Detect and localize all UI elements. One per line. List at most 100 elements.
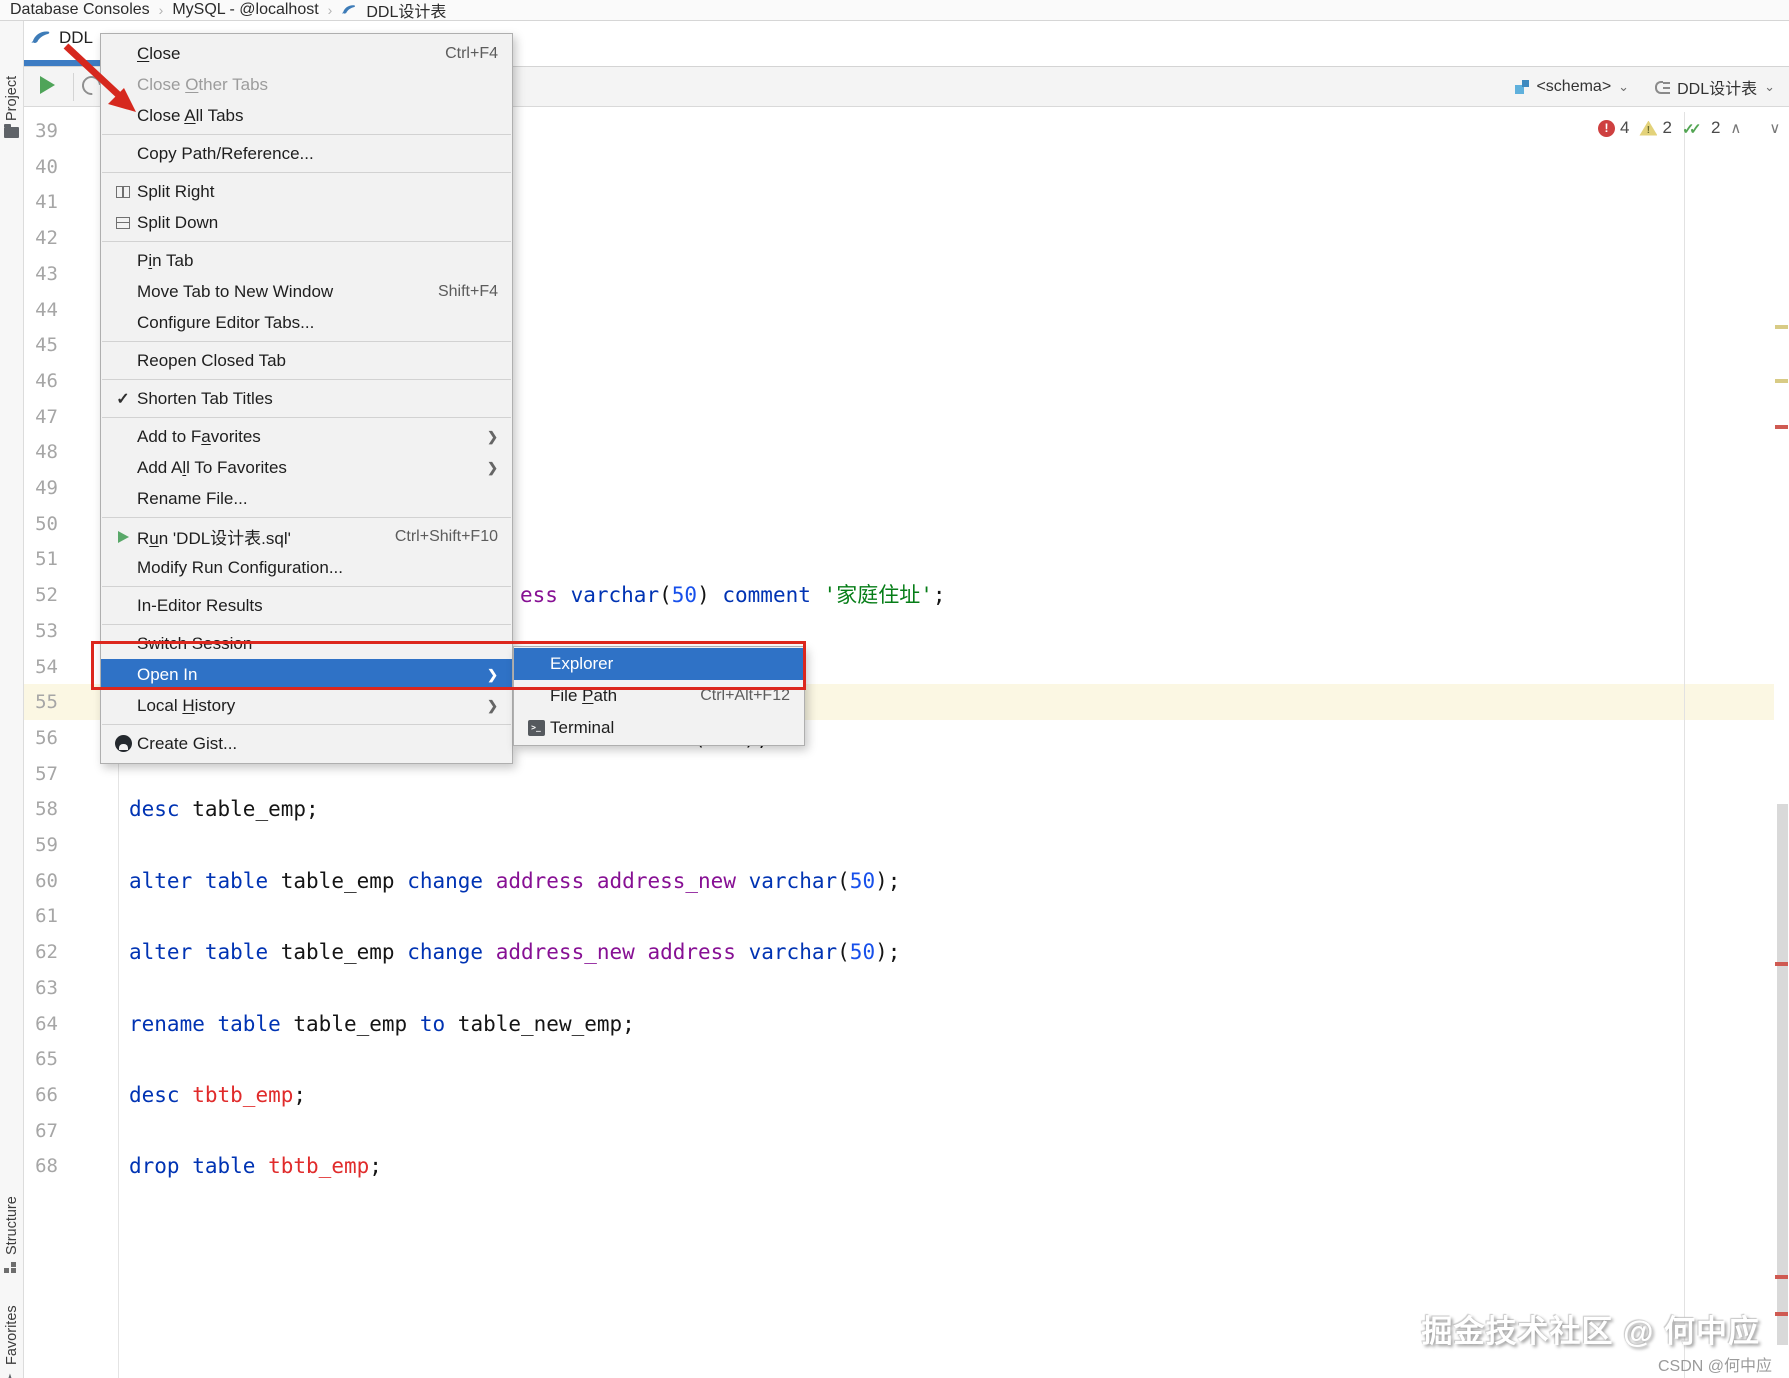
watermark-csdn: CSDN @何中应 — [1657, 1358, 1772, 1375]
passed-check-icon: ✓ ✓ — [1681, 120, 1702, 138]
menu-item-modify-run-configuration[interactable]: Modify Run Configuration... — [101, 552, 512, 583]
schema-selector[interactable]: <schema> ⌄ — [1515, 78, 1629, 96]
breadcrumb: Database Consoles › MySQL - @localhost ›… — [0, 0, 1789, 21]
tool-window-structure[interactable]: Structure — [4, 1196, 20, 1255]
menu-item-shortcut: Ctrl+F4 — [445, 44, 498, 62]
menu-item-label: Configure Editor Tabs... — [137, 312, 315, 332]
menu-item-shorten-tab-titles[interactable]: ✓ Shorten Tab Titles — [101, 383, 512, 414]
menu-item-close[interactable]: Close Ctrl+F4 — [101, 38, 512, 69]
console-selector-label: DDL设计表 — [1677, 81, 1758, 98]
tool-window-project[interactable]: Project — [4, 76, 20, 121]
chevron-down-icon: ⌄ — [1764, 79, 1775, 94]
tab-title: DDL — [59, 28, 94, 47]
line-number: 61 — [35, 905, 58, 927]
submenu-arrow-icon: ❯ — [487, 459, 498, 475]
menu-item-icon-slot: ✓ — [109, 389, 137, 409]
menu-item-pin-tab[interactable]: Pin Tab — [101, 245, 512, 276]
menu-item-terminal[interactable]: >_ Terminal — [514, 712, 804, 744]
menu-item-label: In-Editor Results — [137, 595, 263, 615]
line-number: 62 — [35, 941, 58, 963]
tool-window-favorites[interactable]: Favorites — [4, 1305, 20, 1365]
line-number: 63 — [35, 977, 58, 999]
menu-item-split-down[interactable]: Split Down — [101, 207, 512, 238]
terminal-icon: >_ — [527, 720, 545, 736]
line-number: 41 — [35, 191, 58, 213]
tab-ddl-file[interactable]: DDL — [30, 27, 93, 49]
error-icon: ! — [1598, 119, 1615, 137]
menu-item-label: Shorten Tab Titles — [137, 388, 273, 408]
menu-item-create-gist[interactable]: Create Gist... — [101, 728, 512, 759]
line-number: 43 — [35, 263, 58, 285]
line-number: 46 — [35, 370, 58, 392]
submenu-arrow-icon: ❯ — [487, 697, 498, 713]
menu-separator — [102, 517, 511, 518]
breadcrumb-item-mysql-localhost[interactable]: MySQL - @localhost — [172, 1, 318, 19]
breadcrumb-item-file[interactable]: DDL设计表 — [366, 0, 446, 22]
structure-icon[interactable] — [4, 1262, 17, 1273]
menu-item-local-history[interactable]: Local History ❯ — [101, 690, 512, 721]
menu-item-configure-editor-tabs[interactable]: Configure Editor Tabs... — [101, 307, 512, 338]
inspections-widget[interactable]: ! 4 ! 2 ✓ ✓ 2 ∧ ∨ — [1598, 118, 1780, 138]
breadcrumb-item-database-consoles[interactable]: Database Consoles — [10, 1, 150, 19]
code-line-60: alter table table_emp change address add… — [129, 869, 901, 893]
menu-item-icon-slot: >_ — [522, 720, 550, 736]
menu-item-label: Close All Tabs — [137, 105, 244, 125]
code-line-62: alter table table_emp change address_new… — [129, 940, 901, 964]
mysql-dolphin-icon — [31, 31, 50, 43]
menu-item-open-in[interactable]: Open In ❯ — [101, 659, 512, 690]
menu-item-label: Close — [137, 43, 181, 63]
stripe-mark[interactable] — [1775, 325, 1788, 329]
menu-item-in-editor-results[interactable]: In-Editor Results — [101, 590, 512, 621]
next-problem-icon[interactable]: ∨ — [1769, 119, 1780, 137]
menu-item-add-to-favorites[interactable]: Add to Favorites ❯ — [101, 421, 512, 452]
previous-problem-icon[interactable]: ∧ — [1730, 119, 1741, 137]
menu-separator — [102, 586, 511, 587]
menu-item-label: Modify Run Configuration... — [137, 557, 343, 577]
console-icon — [1655, 80, 1671, 95]
menu-item-rename-file[interactable]: Rename File... — [101, 483, 512, 514]
toolbar-divider — [73, 73, 74, 101]
menu-separator — [102, 241, 511, 242]
menu-item-icon-slot — [109, 216, 137, 229]
line-number: 56 — [35, 727, 58, 749]
favorites-star-icon[interactable]: ★ — [1, 1369, 19, 1378]
menu-separator — [102, 134, 511, 135]
menu-item-icon-slot — [109, 735, 137, 752]
breadcrumb-separator-icon: › — [158, 2, 164, 18]
console-selector[interactable]: DDL设计表 ⌄ — [1655, 75, 1775, 99]
menu-item-close-other-tabs: Close Other Tabs — [101, 69, 512, 100]
line-number: 66 — [35, 1084, 58, 1106]
menu-separator — [102, 172, 511, 173]
menu-item-label: Split Down — [137, 212, 219, 232]
menu-item-move-tab-to-new-window[interactable]: Move Tab to New Window Shift+F4 — [101, 276, 512, 307]
stripe-mark[interactable] — [1775, 1275, 1788, 1279]
project-folder-icon[interactable] — [4, 124, 19, 138]
stripe-mark[interactable] — [1775, 1312, 1788, 1316]
menu-item-close-all-tabs[interactable]: Close All Tabs — [101, 100, 512, 131]
menu-item-add-all-to-favorites[interactable]: Add All To Favorites ❯ — [101, 452, 512, 483]
menu-item-explorer[interactable]: Explorer — [514, 648, 804, 680]
menu-item-label: Move Tab to New Window — [137, 281, 334, 301]
stripe-mark[interactable] — [1775, 962, 1788, 966]
menu-item-label: Create Gist... — [137, 733, 238, 753]
code-line-52: ess varchar(50) comment '家庭住址'; — [520, 583, 946, 607]
scrollbar-thumb[interactable] — [1777, 804, 1788, 1345]
line-number: 48 — [35, 441, 58, 463]
menu-item-run-file[interactable]: Run 'DDL设计表.sql' Ctrl+Shift+F10 — [101, 521, 512, 552]
menu-item-switch-session[interactable]: Switch Session — [101, 628, 512, 659]
error-count: 4 — [1620, 118, 1630, 137]
menu-item-split-right[interactable]: Split Right — [101, 176, 512, 207]
line-number: 57 — [35, 763, 58, 785]
menu-item-copy-path-reference[interactable]: Copy Path/Reference... — [101, 138, 512, 169]
menu-item-label: Split Right — [137, 181, 215, 201]
menu-item-reopen-closed-tab[interactable]: Reopen Closed Tab — [101, 345, 512, 376]
menu-item-file-path[interactable]: File Path Ctrl+Alt+F12 — [514, 680, 804, 712]
warning-icon: ! — [1639, 120, 1658, 136]
stripe-mark[interactable] — [1775, 425, 1788, 429]
line-number: 67 — [35, 1120, 58, 1142]
menu-item-label: Add All To Favorites — [137, 457, 287, 477]
left-tool-strip: Project Structure Favorites ★ — [0, 21, 24, 1378]
warning-count: 2 — [1662, 118, 1672, 137]
run-button[interactable] — [40, 76, 55, 94]
stripe-mark[interactable] — [1775, 379, 1788, 383]
